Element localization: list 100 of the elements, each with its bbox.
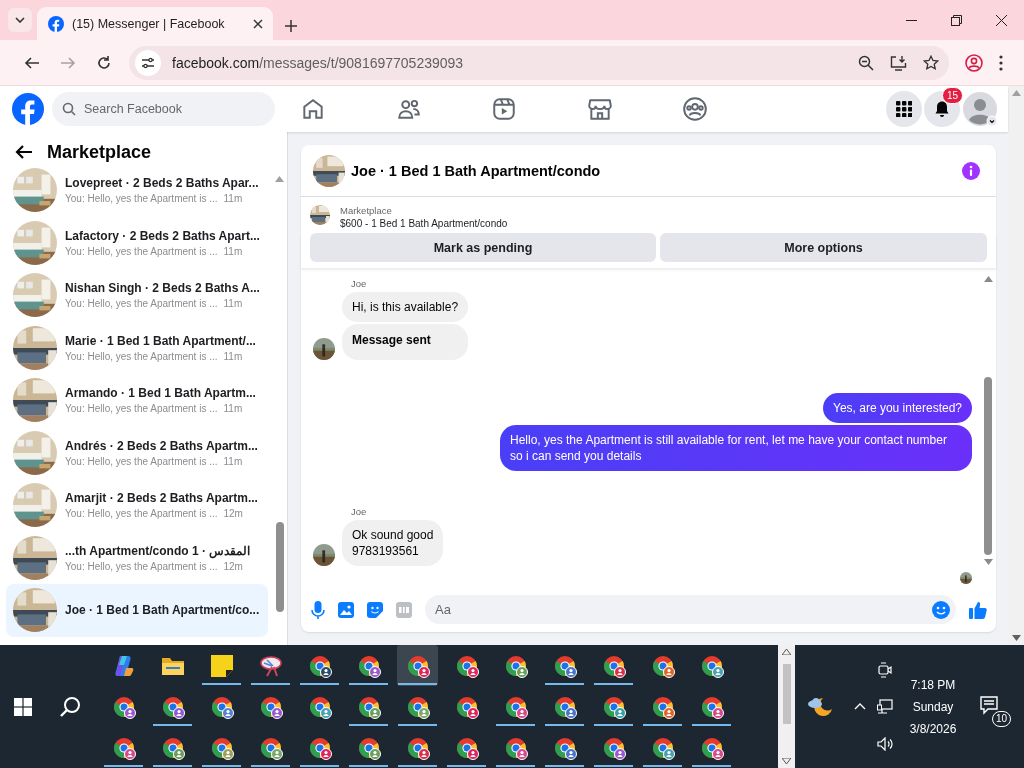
- conversation-item[interactable]: Lafactory · 2 Beds 2 Baths Apart... You: Hello, yes the Apartment is ... 11m: [6, 216, 268, 269]
- scrollbar[interactable]: [778, 645, 795, 768]
- info-icon[interactable]: [962, 161, 980, 180]
- scrollbar[interactable]: [1008, 86, 1024, 645]
- message-input[interactable]: Aa: [425, 595, 956, 624]
- reload-icon[interactable]: [96, 54, 112, 71]
- more-menu-icon[interactable]: [999, 54, 1003, 71]
- browser-icon: [552, 653, 577, 678]
- conversation-item[interactable]: Armando · 1 Bed 1 Bath Apartm... You: Hello, yes the Apartment is ... 11m: [6, 374, 268, 427]
- bell-icon: [933, 100, 951, 118]
- taskbar-button[interactable]: [397, 645, 438, 686]
- install-icon[interactable]: [890, 54, 907, 71]
- panel-title: Marketplace: [47, 141, 152, 163]
- timestamp: 11m: [223, 298, 243, 310]
- scrollbar-thumb[interactable]: [984, 377, 992, 555]
- browser-icon: [405, 653, 430, 678]
- close-icon[interactable]: [253, 18, 263, 29]
- mark-pending-button[interactable]: Mark as pending: [310, 233, 656, 262]
- volume-icon[interactable]: [877, 737, 893, 752]
- clock-day[interactable]: Sunday: [912, 699, 954, 714]
- browser-icon: [650, 735, 675, 760]
- facebook-logo-icon[interactable]: [12, 93, 44, 125]
- scroll-down-icon[interactable]: [782, 758, 791, 764]
- message-preview: You: Hello, yes the Apartment is ...: [65, 508, 218, 520]
- message-preview: You: Hello, yes the Apartment is ...: [65, 350, 218, 362]
- profile-icon[interactable]: [965, 53, 983, 72]
- scissors-icon: [258, 653, 283, 678]
- browser-icon: [650, 694, 675, 719]
- chevron-up-icon[interactable]: [854, 703, 866, 710]
- browser-icon: [552, 735, 577, 760]
- browser-tab[interactable]: (15) Messenger | Facebook: [37, 7, 273, 40]
- thumbs-up-icon[interactable]: [969, 600, 987, 619]
- browser-icon: [209, 694, 234, 719]
- message-preview: You: Hello, yes the Apartment is ...: [65, 455, 218, 467]
- message-bubble: Hello, yes the Apartment is still available for rent, let me have your contact number so i can send you details: [500, 425, 972, 471]
- address-bar[interactable]: facebook.com/messages/t/9081697705239093: [129, 45, 949, 80]
- network-icon[interactable]: [877, 699, 893, 716]
- menu-button[interactable]: [886, 91, 922, 127]
- message-preview: You: Hello, yes the Apartment is ...: [65, 560, 218, 572]
- scrollbar-thumb[interactable]: [782, 663, 791, 724]
- scrollbar-thumb[interactable]: [275, 522, 284, 612]
- windows-start-icon[interactable]: [13, 697, 32, 716]
- profile-avatar-icon[interactable]: [962, 91, 998, 127]
- groups-icon[interactable]: [682, 96, 708, 122]
- browser-icon: [503, 653, 528, 678]
- sticker-icon[interactable]: [367, 601, 383, 618]
- browser-icon: [454, 653, 479, 678]
- new-tab-icon[interactable]: [285, 20, 297, 32]
- conversation-item[interactable]: Andrés · 2 Beds 2 Baths Apartm... You: Hello, yes the Apartment is ... 11m: [6, 426, 268, 479]
- conversation-item[interactable]: Nishan Singh · 2 Beds 2 Baths A... You: Hello, yes the Apartment is ... 11m: [6, 269, 268, 322]
- clock-time[interactable]: 7:18 PM: [910, 677, 956, 692]
- browser-icon: [699, 694, 724, 719]
- microphone-icon[interactable]: [311, 600, 325, 619]
- restore-icon[interactable]: [951, 14, 962, 26]
- scroll-down-icon[interactable]: [1011, 635, 1021, 641]
- conversation-title: Amarjit · 2 Beds 2 Baths Apartm...: [65, 491, 258, 506]
- timestamp: 11m: [223, 245, 243, 257]
- timestamp: 11m: [223, 403, 243, 415]
- more-options-button[interactable]: More options: [660, 233, 987, 262]
- browser-icon: [160, 735, 185, 760]
- conversation-title: Andrés · 2 Beds 2 Baths Apartm...: [65, 438, 258, 453]
- camera-icon[interactable]: [878, 661, 892, 678]
- listing-label: Marketplace: [340, 205, 393, 216]
- scroll-up-icon[interactable]: [782, 649, 791, 655]
- tab-list-button[interactable]: [8, 8, 32, 32]
- conversation-item[interactable]: Joe · 1 Bed 1 Bath Apartment/co...: [6, 584, 268, 637]
- conversation-title: Armando · 1 Bed 1 Bath Apartm...: [65, 386, 256, 401]
- search-icon[interactable]: [59, 695, 82, 718]
- timestamp: 11m: [223, 350, 243, 362]
- back-arrow-icon[interactable]: [24, 54, 40, 71]
- browser-icon: [454, 694, 479, 719]
- conversation-item[interactable]: Marie · 1 Bed 1 Bath Apartment/... You: Hello, yes the Apartment is ... 11m: [6, 321, 268, 374]
- back-arrow-icon[interactable]: [15, 144, 33, 160]
- site-settings-icon[interactable]: [141, 55, 155, 70]
- emoji-icon[interactable]: [932, 600, 950, 619]
- grid-menu-icon: [896, 101, 912, 117]
- browser-icon: [307, 653, 332, 678]
- scroll-up-icon[interactable]: [983, 276, 993, 282]
- home-icon[interactable]: [300, 96, 326, 122]
- notification-badge: 10: [991, 710, 1011, 727]
- browser-icon: [405, 694, 430, 719]
- notification-center-icon[interactable]: [979, 694, 999, 715]
- conversation-item[interactable]: Lovepreet · 2 Beds 2 Baths Apar... You: Hello, yes the Apartment is ... 11m: [6, 164, 268, 217]
- browser-icon: [454, 735, 479, 760]
- clock-date[interactable]: 3/8/2026: [909, 721, 957, 736]
- scroll-down-icon[interactable]: [983, 559, 993, 565]
- conversation-item[interactable]: Amarjit · 2 Beds 2 Baths Apartm... You: Hello, yes the Apartment is ... 12m: [6, 479, 268, 532]
- zoom-out-icon[interactable]: [858, 54, 874, 71]
- facebook-logo-icon: [48, 15, 64, 32]
- star-icon[interactable]: [923, 54, 939, 71]
- store-icon[interactable]: [586, 96, 613, 122]
- video-icon[interactable]: [491, 96, 517, 122]
- sender-name: Joe: [351, 278, 368, 289]
- photo-icon[interactable]: [338, 601, 354, 618]
- message-preview: You: Hello, yes the Apartment is ...: [65, 193, 218, 205]
- timestamp: 11m: [223, 193, 243, 205]
- browser-icon: [111, 735, 136, 760]
- close-icon[interactable]: [996, 14, 1007, 26]
- search-field[interactable]: Search Facebook: [52, 92, 275, 126]
- scroll-up-icon[interactable]: [275, 176, 284, 182]
